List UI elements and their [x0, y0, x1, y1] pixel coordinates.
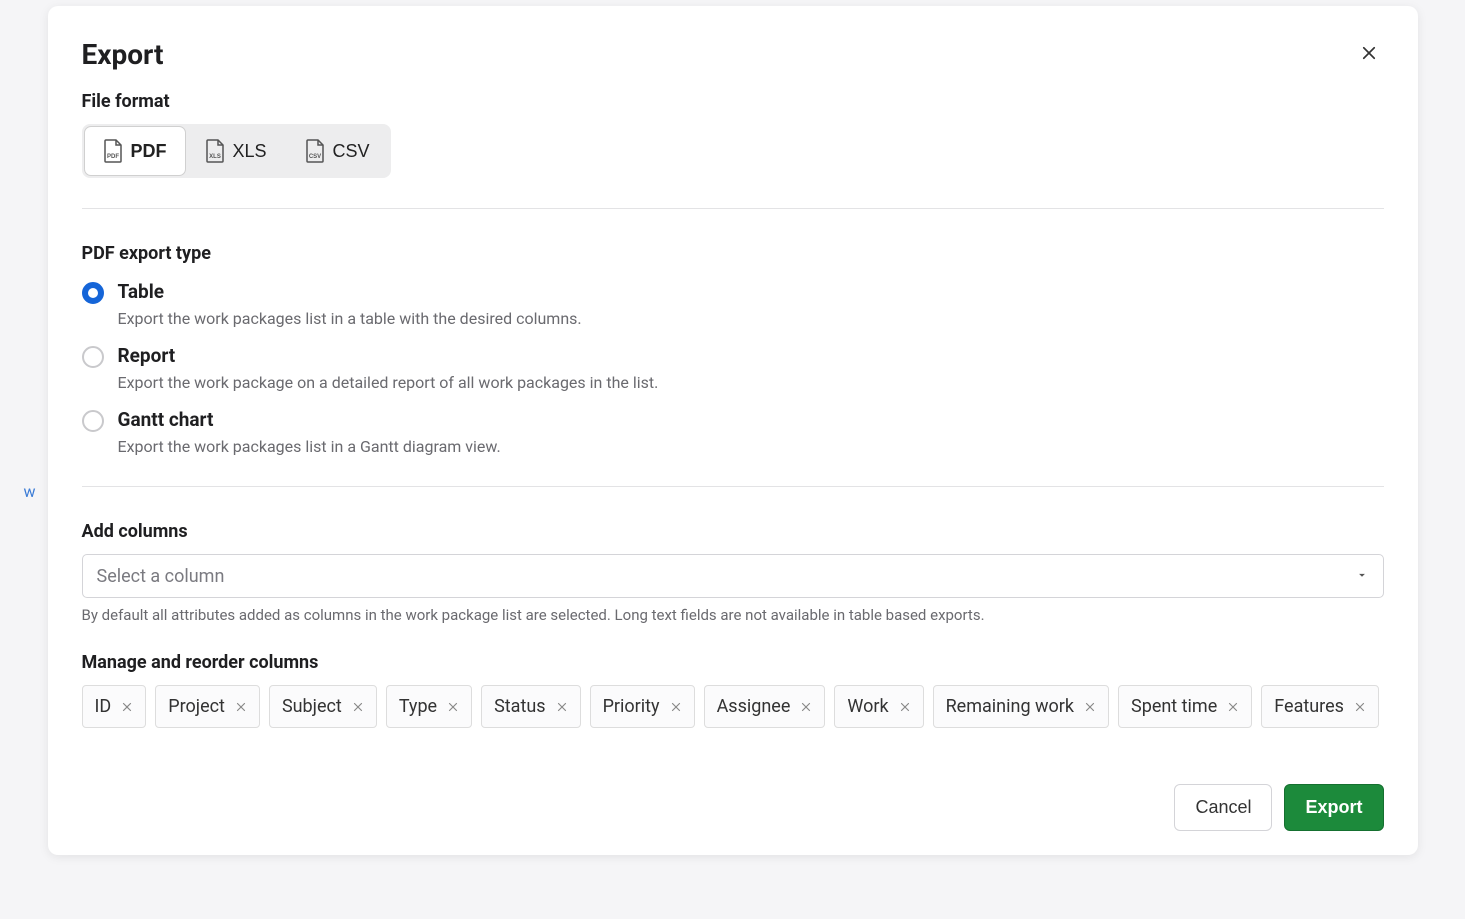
remove-column-button[interactable] [899, 701, 911, 713]
close-icon [1354, 701, 1366, 713]
export-type-title: Gantt chart [118, 408, 501, 431]
column-tag-label: Spent time [1131, 696, 1217, 717]
column-tag[interactable]: Subject [269, 685, 377, 728]
combobox-placeholder: Select a column [97, 566, 1355, 587]
remove-column-button[interactable] [556, 701, 568, 713]
dialog-footer: Cancel Export [82, 784, 1384, 831]
remove-column-button[interactable] [1227, 701, 1239, 713]
remove-column-button[interactable] [800, 701, 812, 713]
column-tag[interactable]: Spent time [1118, 685, 1252, 728]
file-format-xls-button[interactable]: XLS XLS [186, 126, 286, 176]
manage-columns-heading: Manage and reorder columns [82, 652, 1384, 673]
close-icon [447, 701, 459, 713]
export-type-list: Table Export the work packages list in a … [82, 280, 1384, 456]
svg-text:PDF: PDF [107, 154, 119, 160]
column-tag[interactable]: Priority [590, 685, 695, 728]
file-format-pdf-button[interactable]: PDF PDF [84, 126, 186, 176]
export-type-heading: PDF export type [82, 243, 1384, 264]
column-tag-label: Work [847, 696, 888, 717]
export-type-option-gantt[interactable]: Gantt chart Export the work packages list… [82, 408, 1384, 456]
chevron-down-icon [1355, 567, 1369, 586]
column-tag[interactable]: Work [834, 685, 923, 728]
column-tag[interactable]: Type [386, 685, 472, 728]
close-icon [1360, 44, 1378, 62]
remove-column-button[interactable] [352, 701, 364, 713]
column-tag-label: Features [1274, 696, 1344, 717]
file-format-csv-button[interactable]: CSV CSV [286, 126, 389, 176]
remove-column-button[interactable] [447, 701, 459, 713]
column-tag-label: Assignee [717, 696, 791, 717]
close-icon [121, 701, 133, 713]
export-type-option-report[interactable]: Report Export the work package on a detai… [82, 344, 1384, 392]
close-icon [556, 701, 568, 713]
column-tag-label: Project [168, 696, 225, 717]
radio-button[interactable] [82, 346, 104, 368]
dialog-title: Export [82, 38, 164, 71]
file-format-heading: File format [82, 91, 1384, 112]
close-icon [352, 701, 364, 713]
file-pdf-icon: PDF [103, 139, 123, 163]
add-columns-heading: Add columns [82, 521, 1384, 542]
export-type-title: Table [118, 280, 582, 303]
close-icon [670, 701, 682, 713]
export-type-option-table[interactable]: Table Export the work packages list in a … [82, 280, 1384, 328]
add-columns-combobox[interactable]: Select a column [82, 554, 1384, 598]
close-icon [1084, 701, 1096, 713]
close-icon [1227, 701, 1239, 713]
close-icon [800, 701, 812, 713]
add-columns-help: By default all attributes added as colum… [82, 606, 1384, 624]
export-type-desc: Export the work packages list in a Gantt… [118, 437, 501, 456]
file-csv-icon: CSV [305, 139, 325, 163]
column-tag[interactable]: Project [155, 685, 260, 728]
column-tag-label: Status [494, 696, 545, 717]
columns-tag-list: ID Project Subject Type Status Priority Assign… [82, 685, 1384, 728]
export-type-desc: Export the work packages list in a table… [118, 309, 582, 328]
remove-column-button[interactable] [1084, 701, 1096, 713]
cancel-button[interactable]: Cancel [1174, 784, 1272, 831]
remove-column-button[interactable] [1354, 701, 1366, 713]
close-icon [899, 701, 911, 713]
column-tag-label: Priority [603, 696, 660, 717]
close-button[interactable] [1354, 38, 1384, 68]
column-tag[interactable]: Remaining work [933, 685, 1109, 728]
close-icon [235, 701, 247, 713]
remove-column-button[interactable] [670, 701, 682, 713]
export-type-desc: Export the work package on a detailed re… [118, 373, 659, 392]
file-format-group: PDF PDF XLS XLS CSV CSV [82, 124, 391, 178]
column-tag-label: Subject [282, 696, 342, 717]
export-button[interactable]: Export [1284, 784, 1383, 831]
file-format-label: CSV [333, 141, 370, 162]
file-format-label: XLS [233, 141, 267, 162]
svg-text:XLS: XLS [209, 154, 221, 160]
column-tag-label: Remaining work [946, 696, 1074, 717]
remove-column-button[interactable] [121, 701, 133, 713]
column-tag[interactable]: ID [82, 685, 147, 728]
column-tag[interactable]: Assignee [704, 685, 826, 728]
column-tag-label: Type [399, 696, 437, 717]
export-type-title: Report [118, 344, 659, 367]
svg-text:CSV: CSV [308, 154, 320, 160]
remove-column-button[interactable] [235, 701, 247, 713]
radio-button[interactable] [82, 410, 104, 432]
export-dialog: E w Export File format PDFPDFXLSXLSCSVCS… [48, 6, 1418, 855]
file-format-label: PDF [131, 141, 167, 162]
column-tag[interactable]: Status [481, 685, 580, 728]
column-tag[interactable]: Features [1261, 685, 1379, 728]
column-tag-label: ID [95, 696, 112, 717]
radio-button[interactable] [82, 282, 104, 304]
file-xls-icon: XLS [205, 139, 225, 163]
